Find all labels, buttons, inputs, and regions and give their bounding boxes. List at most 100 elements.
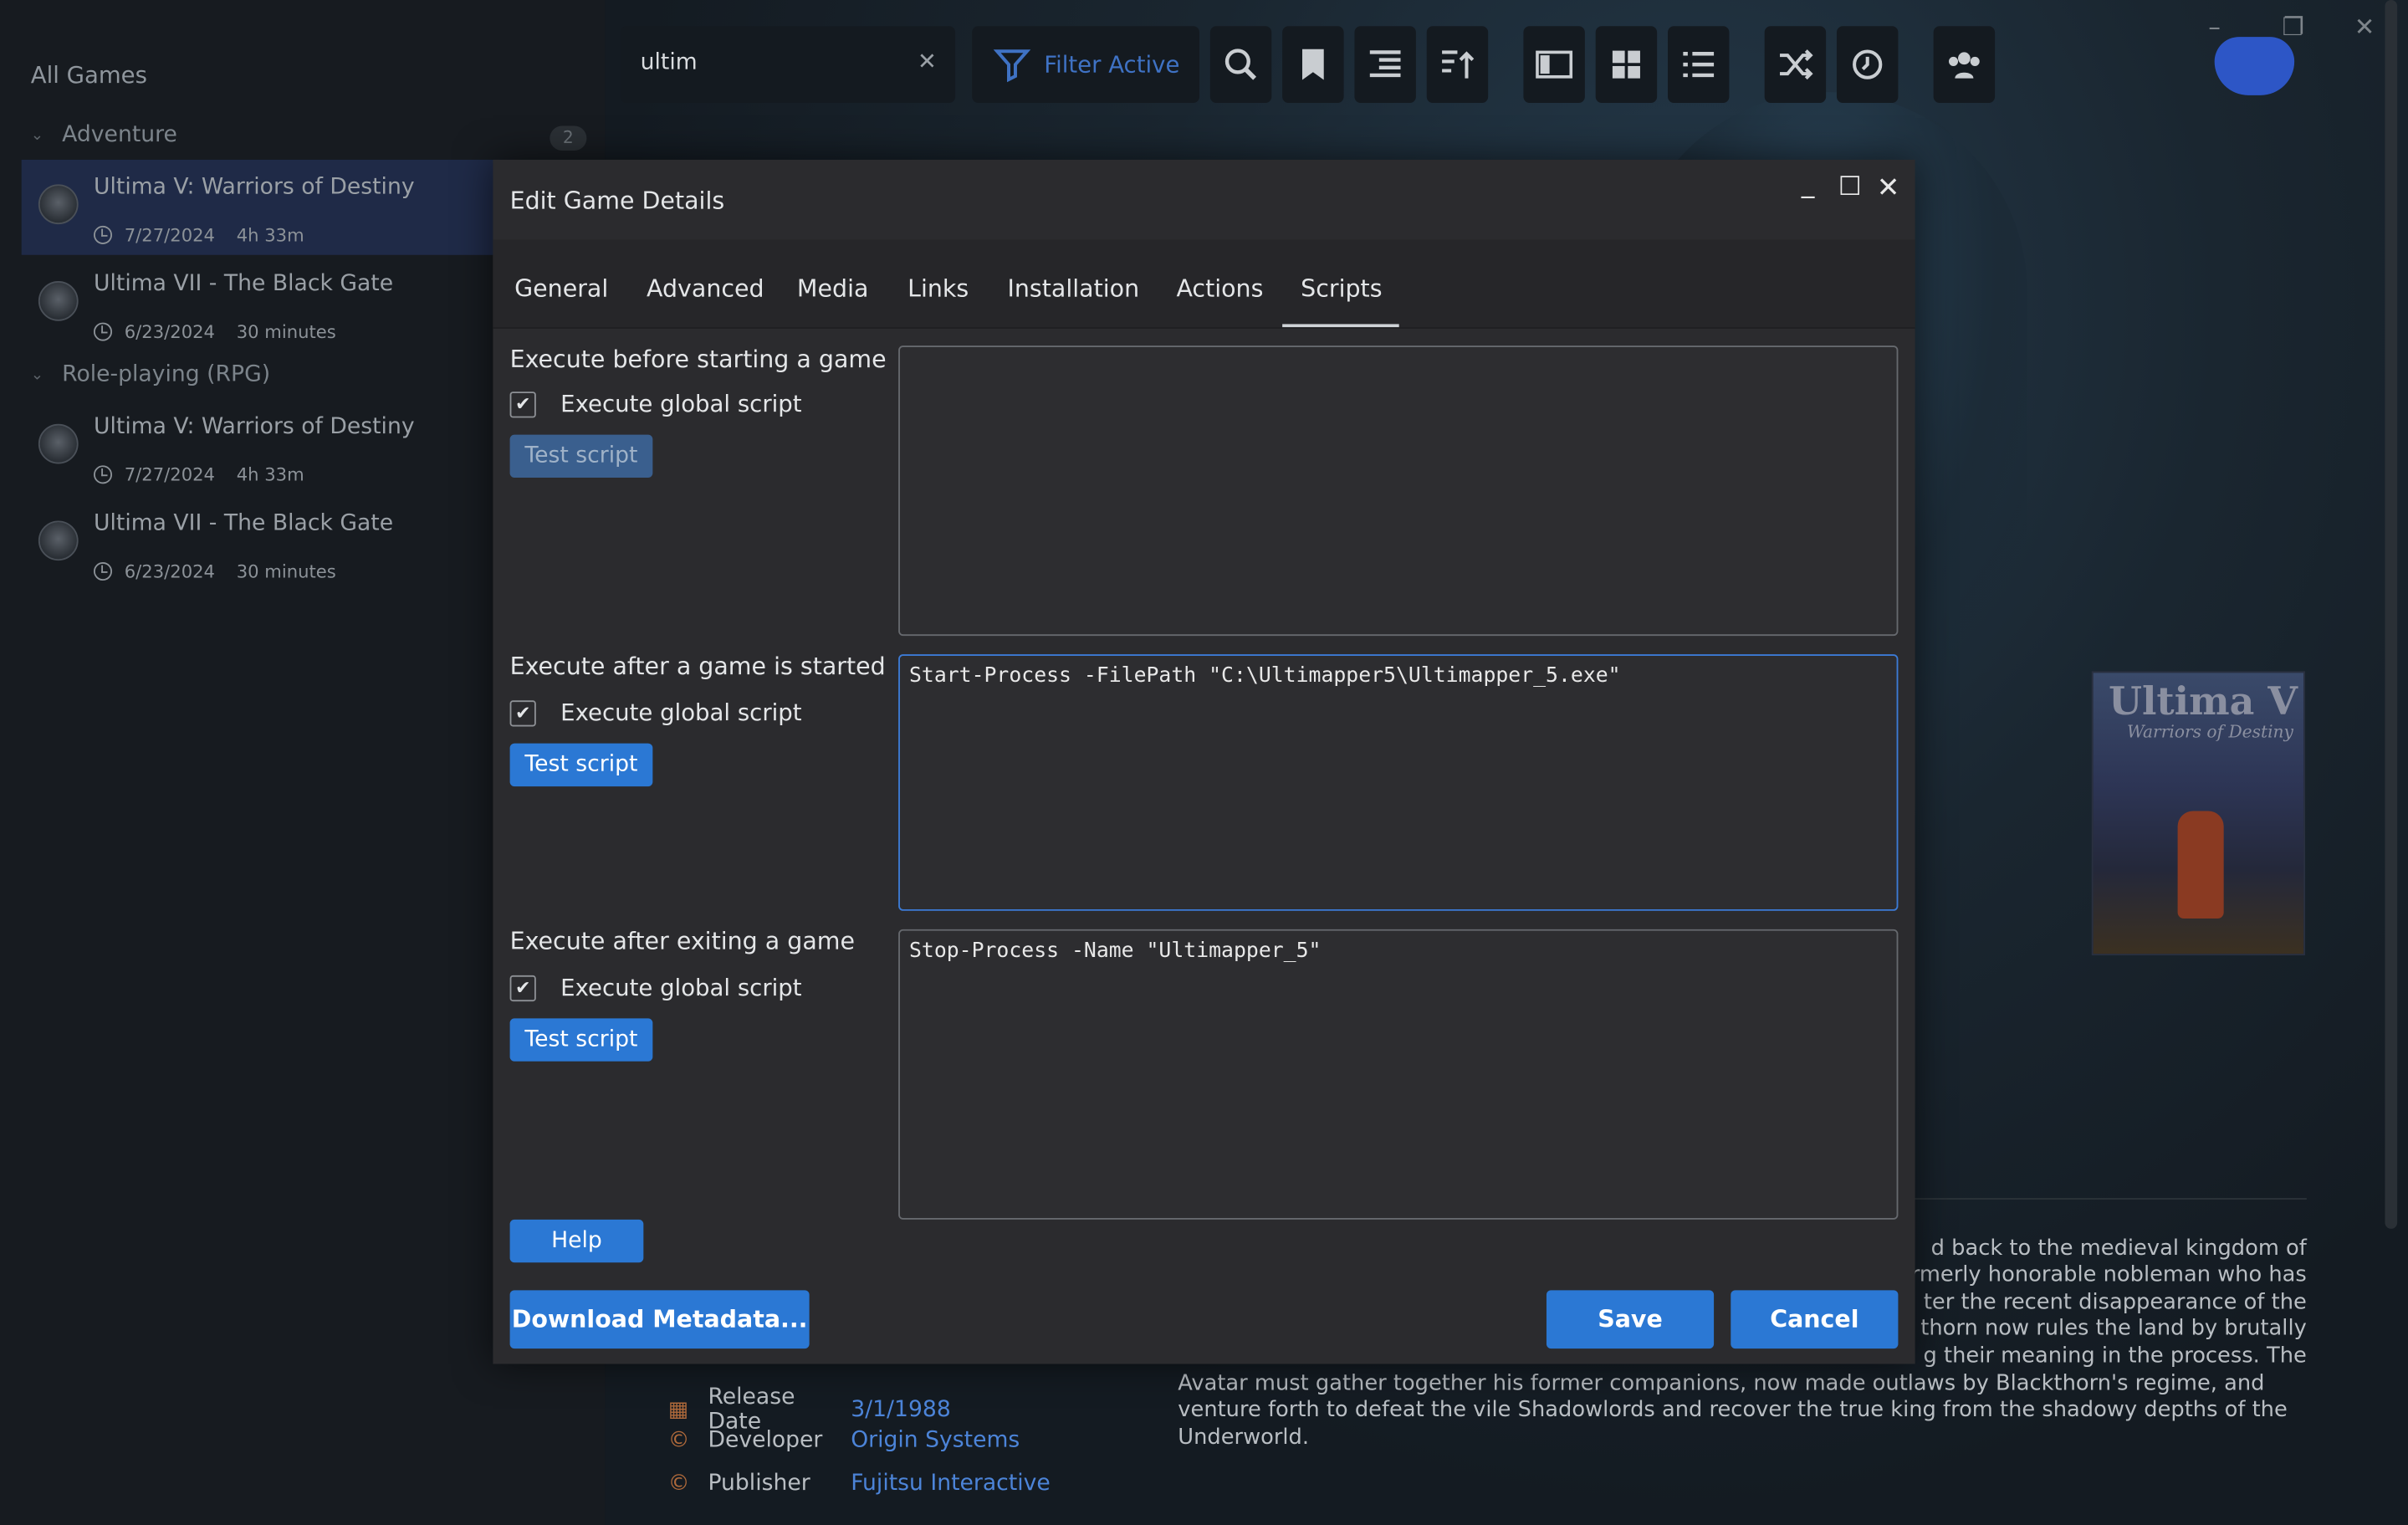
- script-editor-started[interactable]: Start-Process -FilePath "C:\Ultimapper5\…: [898, 654, 1899, 911]
- checkbox[interactable]: ✔: [509, 391, 536, 417]
- description-line: d back to the medieval kingdom of: [1930, 1236, 2307, 1261]
- tab-installation[interactable]: Installation: [1007, 275, 1139, 303]
- dialog-title: Edit Game Details: [509, 187, 725, 216]
- cancel-button[interactable]: Cancel: [1731, 1290, 1899, 1349]
- minimize-icon[interactable]: _: [1802, 169, 1815, 200]
- description-line: rmerly honorable nobleman who has: [1910, 1262, 2307, 1287]
- close-icon[interactable]: ✕: [1877, 172, 1900, 205]
- checkbox-label: Execute global script: [560, 974, 802, 1002]
- playtime: 30 minutes: [236, 560, 336, 582]
- game-icon: [38, 520, 79, 561]
- bookmark-button[interactable]: [1282, 26, 1344, 104]
- sort-icon: [1442, 50, 1475, 79]
- gamepad-icon[interactable]: [2214, 37, 2295, 95]
- maximize-icon[interactable]: ☐: [1838, 172, 1862, 203]
- game-name: Ultima VII - The Black Gate: [94, 511, 394, 536]
- playtime: 4h 33m: [236, 463, 304, 486]
- test-script-button-exit[interactable]: Test script: [509, 1018, 653, 1062]
- detail-value[interactable]: 3/1/1988: [851, 1398, 951, 1422]
- search-value: ultim: [640, 50, 698, 75]
- description-line: thorn now rules the land by brutally: [1920, 1316, 2307, 1341]
- game-icon: [38, 281, 79, 321]
- list-indent-icon: [1369, 50, 1401, 78]
- game-icon: [38, 184, 79, 225]
- clear-search-icon[interactable]: ✕: [918, 48, 937, 75]
- tab-general[interactable]: General: [514, 275, 608, 303]
- sidebar-title: All Games: [30, 61, 147, 90]
- details-view-icon: [1536, 50, 1573, 79]
- minimize-icon[interactable]: –: [2208, 13, 2221, 42]
- game-meta: 7/27/2024 4h 33m: [94, 463, 304, 486]
- active-tab-indicator: [1282, 324, 1399, 328]
- users-icon: [1949, 52, 1980, 79]
- global-script-checkbox-started[interactable]: ✔ Execute global script: [509, 699, 802, 727]
- tab-links[interactable]: Links: [907, 275, 969, 303]
- friends-button[interactable]: [1933, 26, 1996, 104]
- close-icon[interactable]: ✕: [2354, 13, 2375, 42]
- game-icon: [38, 423, 79, 464]
- random-game-button[interactable]: [1764, 26, 1827, 104]
- tab-scripts[interactable]: Scripts: [1301, 275, 1382, 303]
- restore-icon[interactable]: ❐: [2282, 13, 2303, 42]
- tab-actions[interactable]: Actions: [1176, 275, 1263, 303]
- tab-media[interactable]: Media: [797, 275, 868, 303]
- clock-history-icon: [1853, 49, 1883, 79]
- detail-label: Release Date: [708, 1385, 795, 1435]
- filter-icon: [993, 49, 1030, 83]
- cover-subtitle: Warriors of Destiny: [2126, 721, 2293, 742]
- description-line: ter the recent disappearance of the: [1923, 1290, 2307, 1315]
- details-view-button[interactable]: [1523, 26, 1585, 104]
- tab-advanced[interactable]: Advanced: [647, 275, 764, 303]
- list-view-icon: [1683, 52, 1715, 78]
- sort-button[interactable]: [1426, 26, 1489, 104]
- test-script-button-started[interactable]: Test script: [509, 743, 653, 787]
- group-header-adventure[interactable]: ⌄ Adventure: [31, 123, 177, 147]
- last-played: 6/23/2024: [124, 320, 215, 343]
- filter-button[interactable]: Filter Active: [972, 26, 1199, 104]
- script-editor-pre-start[interactable]: [898, 345, 1899, 637]
- group-header-rpg[interactable]: ⌄ Role-playing (RPG): [31, 362, 270, 386]
- test-script-button-pre-start[interactable]: Test script: [509, 434, 653, 478]
- game-meta: 6/23/2024 30 minutes: [94, 320, 336, 343]
- grid-view-icon: [1612, 50, 1640, 79]
- copyright-icon: ©: [667, 1471, 690, 1497]
- game-name: Ultima VII - The Black Gate: [94, 271, 394, 297]
- checkbox[interactable]: ✔: [509, 975, 536, 1001]
- global-script-checkbox-exit[interactable]: ✔ Execute global script: [509, 974, 802, 1002]
- description-line: g their meaning in the process. The: [1923, 1343, 2307, 1369]
- chevron-down-icon: ⌄: [30, 366, 44, 384]
- grid-view-button[interactable]: [1595, 26, 1658, 104]
- help-button[interactable]: Help: [509, 1219, 644, 1263]
- scrollbar[interactable]: [2385, 0, 2398, 1229]
- last-played: 7/27/2024: [124, 463, 215, 486]
- list-view-button[interactable]: [1668, 26, 1730, 104]
- group-label: Role-playing (RPG): [62, 362, 271, 387]
- detail-developer: © Developer Origin Systems: [668, 1429, 1020, 1453]
- detail-label: Publisher: [708, 1471, 810, 1497]
- search-button[interactable]: [1209, 26, 1272, 104]
- game-meta: 6/23/2024 30 minutes: [94, 560, 336, 582]
- checkbox-label: Execute global script: [560, 699, 802, 727]
- shuffle-icon: [1780, 49, 1813, 80]
- cover-image: Ultima V Warriors of Destiny: [2091, 671, 2305, 956]
- playtime: 4h 33m: [236, 224, 304, 246]
- detail-value[interactable]: Fujitsu Interactive: [851, 1471, 1051, 1496]
- group-by-button[interactable]: [1354, 26, 1416, 104]
- search-input[interactable]: ultim ✕: [620, 26, 956, 104]
- last-played: 6/23/2024: [124, 560, 215, 582]
- script-editor-exit[interactable]: Stop-Process -Name "Ultimapper_5": [898, 929, 1899, 1220]
- playtime: 30 minutes: [236, 320, 336, 343]
- section-title-pre-start: Execute before starting a game: [509, 345, 887, 374]
- download-metadata-button[interactable]: Download Metadata...: [509, 1290, 810, 1349]
- game-name: Ultima V: Warriors of Destiny: [94, 175, 415, 200]
- group-label: Adventure: [62, 122, 177, 148]
- section-title-exit: Execute after exiting a game: [509, 928, 856, 956]
- save-button[interactable]: Save: [1546, 1290, 1715, 1349]
- global-script-checkbox-pre-start[interactable]: ✔ Execute global script: [509, 390, 802, 417]
- checkbox[interactable]: ✔: [509, 699, 536, 726]
- updates-button[interactable]: [1836, 26, 1899, 104]
- last-played: 7/27/2024: [124, 224, 215, 246]
- filter-label: Filter Active: [1044, 50, 1180, 79]
- detail-value[interactable]: Origin Systems: [851, 1429, 1020, 1453]
- game-meta: 7/27/2024 4h 33m: [94, 224, 304, 246]
